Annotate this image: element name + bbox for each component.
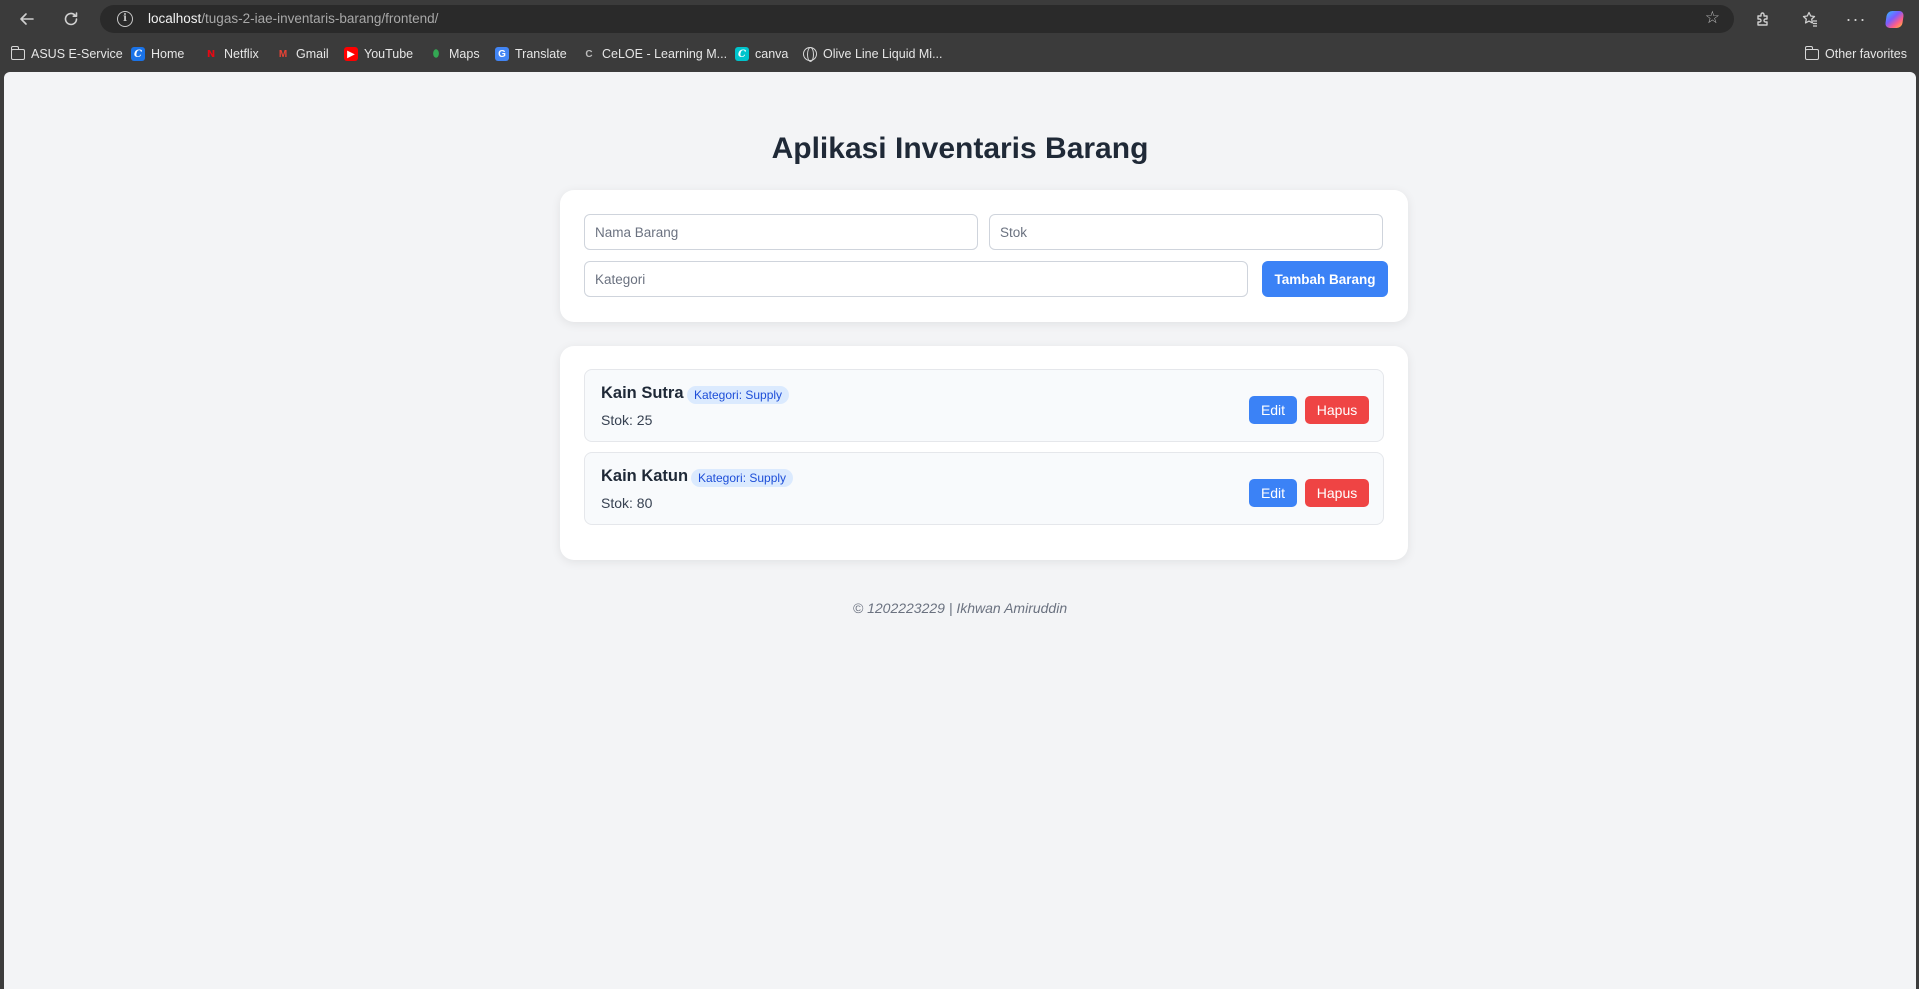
bookmark-label: YouTube: [364, 47, 414, 61]
reload-button[interactable]: [57, 5, 85, 33]
item-stock: Stok: 80: [601, 495, 653, 511]
celoe-c-icon: C: [131, 47, 145, 61]
item-name: Kain Katun: [601, 467, 689, 485]
bookmark-netflix[interactable]: N Netflix: [204, 45, 259, 63]
delete-button[interactable]: Hapus: [1305, 479, 1369, 507]
info-icon[interactable]: i: [117, 11, 133, 27]
bookmark-label: Gmail: [296, 47, 329, 61]
bookmark-gmail[interactable]: M Gmail: [276, 45, 329, 63]
add-item-form: Tambah Barang: [560, 190, 1408, 322]
url-path: /tugas-2-iae-inventaris-barang/frontend/: [201, 11, 439, 26]
list-item: Kain Sutra Kategori: Supply Stok: 25 Edi…: [584, 369, 1384, 442]
item-stock: Stok: 25: [601, 412, 653, 428]
other-favorites[interactable]: Other favorites: [1804, 45, 1907, 63]
edit-button[interactable]: Edit: [1249, 479, 1297, 507]
tambah-barang-button[interactable]: Tambah Barang: [1262, 261, 1388, 297]
bookmark-canva[interactable]: Ccanva: [735, 45, 788, 63]
bookmark-label: ASUS E-Service: [31, 47, 123, 61]
bookmark-label: Home: [151, 47, 185, 61]
kategori-input[interactable]: [584, 261, 1248, 297]
more-icon[interactable]: ···: [1842, 5, 1870, 33]
delete-button[interactable]: Hapus: [1305, 396, 1369, 424]
edit-button[interactable]: Edit: [1249, 396, 1297, 424]
folder-icon: [1804, 45, 1819, 60]
bookmark-label: Netflix: [224, 47, 259, 61]
page-title: Aplikasi Inventaris Barang: [771, 132, 1149, 165]
page-viewport: Aplikasi Inventaris Barang Tambah Barang…: [4, 72, 1916, 989]
favorites-icon[interactable]: [1796, 5, 1824, 33]
puzzle-icon[interactable]: [1749, 5, 1777, 33]
bookmark-label: Olive Line Liquid Mi...: [823, 47, 943, 61]
maps-icon: ⬮: [432, 48, 440, 60]
netflix-icon: N: [206, 48, 216, 60]
other-favorites-label: Other favorites: [1825, 47, 1907, 61]
bookmark-home[interactable]: C Home: [131, 45, 184, 63]
bookmark-label: canva: [755, 47, 789, 61]
folder-icon: [10, 45, 25, 60]
bookmark-label: CeLOE - Learning M...: [602, 47, 728, 61]
celoe-icon: C: [585, 48, 593, 60]
bookmark-label: Translate: [515, 47, 567, 61]
bookmark-celoe[interactable]: C CeLOE - Learning M...: [582, 45, 727, 63]
copilot-icon[interactable]: [1880, 5, 1908, 33]
globe-icon: [803, 47, 817, 62]
item-name: Kain Sutra: [601, 384, 684, 402]
inventory-list: Kain Sutra Kategori: Supply Stok: 25 Edi…: [560, 346, 1408, 560]
reload-icon: [64, 12, 78, 26]
canva-icon: C: [735, 47, 749, 61]
list-item: Kain Katun Kategori: Supply Stok: 80 Edi…: [584, 452, 1384, 525]
bookmark-olive-line[interactable]: Olive Line Liquid Mi...: [803, 45, 943, 63]
address-bar[interactable]: i localhost/tugas-2-iae-inventaris-baran…: [100, 5, 1734, 33]
arrow-left-icon: [20, 13, 34, 25]
category-badge: Kategori: Supply: [687, 386, 790, 404]
footer-credit: © 1202223229 | Ikhwan Amiruddin: [852, 600, 1068, 616]
bookmark-translate[interactable]: G Translate: [495, 45, 567, 63]
stok-input[interactable]: [989, 214, 1383, 250]
bookmark-asus-e-service[interactable]: ASUS E-Service: [10, 45, 123, 63]
url-text[interactable]: localhost/tugas-2-iae-inventaris-barang/…: [148, 11, 438, 26]
bookmark-maps[interactable]: ⬮ Maps: [429, 45, 480, 63]
nama-barang-input[interactable]: [584, 214, 978, 250]
url-host: localhost: [148, 11, 202, 26]
back-button[interactable]: [13, 5, 41, 33]
browser-toolbar: i localhost/tugas-2-iae-inventaris-baran…: [0, 0, 1919, 37]
youtube-icon: ▶: [344, 47, 358, 61]
translate-icon: G: [495, 47, 509, 61]
bookmark-youtube[interactable]: ▶ YouTube: [344, 45, 413, 63]
bookmark-label: Maps: [449, 47, 480, 61]
gmail-icon: M: [278, 48, 288, 60]
bookmarks-bar: ASUS E-Service C Home N Netflix M Gmail ▶ Yo…: [0, 37, 1919, 71]
category-badge: Kategori: Supply: [691, 469, 794, 487]
star-icon[interactable]: ☆: [1705, 8, 1720, 28]
